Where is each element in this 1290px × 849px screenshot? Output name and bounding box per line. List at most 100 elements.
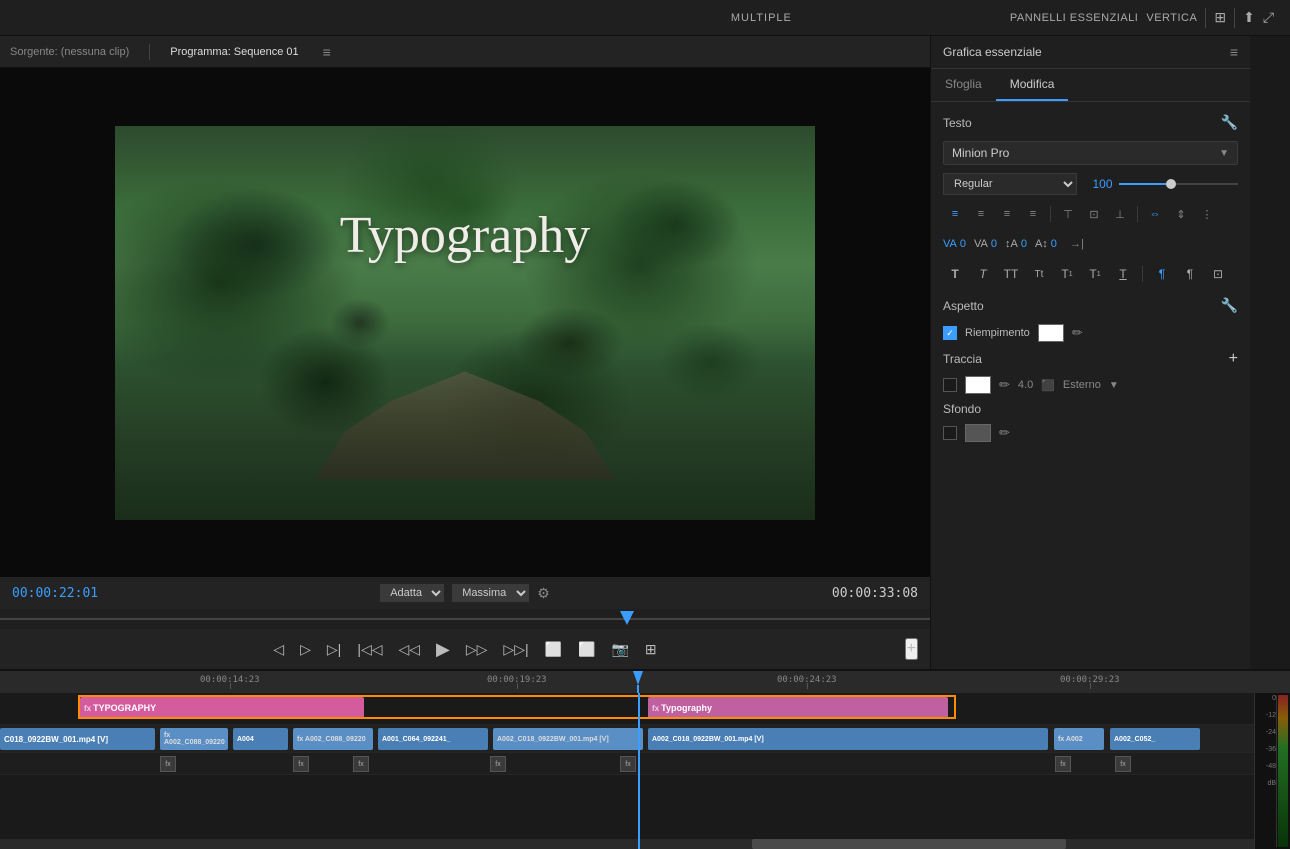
font-selector[interactable]: Minion Pro ▼ xyxy=(943,141,1238,165)
bg-eyedropper-btn[interactable]: ✏ xyxy=(999,425,1010,441)
vu-bar-left xyxy=(1278,695,1288,847)
video-clip-4[interactable]: fx A002_C088_09220 xyxy=(293,728,373,750)
fill-eyedropper-btn[interactable]: ✏ xyxy=(1072,325,1083,341)
list-bullet-btn[interactable]: ¶ xyxy=(1150,263,1174,285)
tab-stops-btn[interactable]: →| xyxy=(1065,233,1089,255)
track-row-fx: fx fx fx fx fx fx fx xyxy=(0,753,1290,775)
superscript-btn[interactable]: T1 xyxy=(1055,263,1079,285)
stroke-size: 4.0 xyxy=(1018,379,1033,391)
distribute-h-btn[interactable]: ⇔ xyxy=(1143,203,1167,225)
font-style-row: Regular 100 xyxy=(943,173,1238,195)
video-clip-8[interactable]: fx A002 xyxy=(1054,728,1104,750)
align-middle-btn[interactable]: ⊡ xyxy=(1082,203,1106,225)
multi-cam-btn[interactable]: ⊞ xyxy=(641,637,661,662)
bg-checkbox[interactable] xyxy=(943,426,957,440)
play-btn[interactable]: ▶ xyxy=(432,635,454,664)
bg-color-swatch[interactable] xyxy=(965,424,991,442)
timeline-playhead-line xyxy=(637,685,639,693)
text-metrics-row: VA 0 VA 0 ↕A 0 A↕ 0 →| xyxy=(943,233,1238,255)
align-center-btn[interactable]: ≡ xyxy=(969,203,993,225)
align-justify-btn[interactable]: ≡ xyxy=(1021,203,1045,225)
aspetto-tool-icon[interactable]: 🔧 xyxy=(1221,297,1238,314)
timeline-tracks: fx TYPOGRAPHY fx Typography C018_0922BW_… xyxy=(0,693,1290,849)
list-number-btn[interactable]: ¶ xyxy=(1178,263,1202,285)
align-top-btn[interactable]: ⊤ xyxy=(1056,203,1080,225)
testo-label: Testo xyxy=(943,116,972,130)
tab-sfoglia[interactable]: Sfoglia xyxy=(931,69,996,101)
add-stroke-btn[interactable]: + xyxy=(1229,350,1238,368)
clip-typography-2[interactable]: fx Typography xyxy=(648,697,948,719)
quality-dropdown[interactable]: Massima xyxy=(452,584,529,602)
mark-in-btn[interactable]: ◁ xyxy=(269,637,288,662)
right-panel-header: Grafica essenziale ≡ xyxy=(931,36,1250,69)
testo-tool-icon[interactable]: 🔧 xyxy=(1221,114,1238,131)
underline-btn[interactable]: T xyxy=(1111,263,1135,285)
align-bottom-btn[interactable]: ⊥ xyxy=(1108,203,1132,225)
video-clip-5[interactable]: A001_C064_092241_ xyxy=(378,728,488,750)
program-tab-menu-icon[interactable]: ≡ xyxy=(323,44,331,60)
font-size-value: 100 xyxy=(1083,177,1113,191)
special-char-btn[interactable]: ⊡ xyxy=(1206,263,1230,285)
tab-modifica[interactable]: Modifica xyxy=(996,69,1069,101)
vu-labels: 0 -12 -24 -36 -48 dB xyxy=(1266,695,1276,787)
stroke-checkbox[interactable] xyxy=(943,378,957,392)
timeline-scrollbar[interactable] xyxy=(0,839,1254,849)
italic-btn[interactable]: T xyxy=(971,263,995,285)
panels-label: PANNELLI ESSENZIALI xyxy=(1010,12,1139,24)
mark-out-btn[interactable]: ▷ xyxy=(296,637,315,662)
step-forward-btn[interactable]: ▷▷ xyxy=(462,637,492,662)
add-edit-btn[interactable]: ▷| xyxy=(323,637,345,662)
scrubber-track[interactable] xyxy=(0,618,930,620)
export-icon[interactable]: ⬆ xyxy=(1243,9,1255,26)
timeline-scrollbar-thumb[interactable] xyxy=(752,839,1066,849)
text-style-row: T T TT Tt T1 T1 T ¶ ¶ ⊡ xyxy=(943,263,1238,285)
subscript-btn[interactable]: T1 xyxy=(1083,263,1107,285)
baseline-item: A↕ 0 xyxy=(1035,238,1057,250)
video-clip-9[interactable]: A002_C052_ xyxy=(1110,728,1200,750)
timeline-ruler[interactable]: 00:00:14:23 00:00:19:23 00:00:24:23 00:0… xyxy=(0,671,1290,693)
scrubber-area[interactable] xyxy=(0,609,930,629)
allcaps-btn[interactable]: TT xyxy=(999,263,1023,285)
fit-dropdown[interactable]: Adatta xyxy=(380,584,444,602)
stroke-color-swatch[interactable] xyxy=(965,376,991,394)
video-clip-1[interactable]: C018_0922BW_001.mp4 [V] xyxy=(0,728,155,750)
video-clip-2[interactable]: fx A002_C088_09220 xyxy=(160,728,228,750)
stroke-eyedropper-btn[interactable]: ✏ xyxy=(999,377,1010,393)
right-panel-title: Grafica essenziale xyxy=(943,45,1042,59)
video-clip-3-label: A004 xyxy=(237,736,254,743)
fx-badge-7: fx xyxy=(1115,756,1131,772)
extract-btn[interactable]: ⬜ xyxy=(574,637,599,662)
right-panel-menu-icon[interactable]: ≡ xyxy=(1230,44,1238,60)
video-clip-8-label: fx A002 xyxy=(1058,736,1083,743)
playback-bar: 00:00:22:01 Adatta Massima ⚙ 00:00:33:08 xyxy=(0,577,930,609)
distribute-v-btn[interactable]: ⇕ xyxy=(1169,203,1193,225)
fill-checkbox[interactable] xyxy=(943,326,957,340)
smallcaps-btn[interactable]: Tt xyxy=(1027,263,1051,285)
more-options-btn[interactable]: ⋮ xyxy=(1195,203,1219,225)
video-clip-3[interactable]: A004 xyxy=(233,728,288,750)
font-style-dropdown[interactable]: Regular xyxy=(943,173,1077,195)
kerning-icon: VA xyxy=(943,238,957,250)
add-controls-btn[interactable]: + xyxy=(905,638,918,660)
bold-btn[interactable]: T xyxy=(943,263,967,285)
video-clip-6[interactable]: A002_C018_0922BW_001.mp4 [V] xyxy=(493,728,643,750)
tracking-icon: VA xyxy=(974,238,988,250)
settings-icon[interactable]: ⚙ xyxy=(537,585,550,602)
align-right-btn[interactable]: ≡ xyxy=(995,203,1019,225)
go-end-btn[interactable]: ▷▷| xyxy=(499,637,532,662)
export-frame-btn[interactable]: 📷 xyxy=(607,637,632,662)
clip-typography-1[interactable]: fx TYPOGRAPHY xyxy=(80,697,364,719)
video-clip-7[interactable]: A002_C018_0922BW_001.mp4 [V] xyxy=(648,728,1048,750)
video-clip-6-label: A002_C018_0922BW_001.mp4 [V] xyxy=(497,736,609,743)
lift-btn[interactable]: ⬜ xyxy=(541,637,566,662)
align-left-btn[interactable]: ≡ xyxy=(943,203,967,225)
fill-color-swatch[interactable] xyxy=(1038,324,1064,342)
font-size-slider[interactable] xyxy=(1119,183,1239,185)
go-start-btn[interactable]: |◁◁ xyxy=(353,637,386,662)
program-tab[interactable]: Programma: Sequence 01 xyxy=(170,46,298,58)
fullscreen-icon[interactable]: ⤢ xyxy=(1263,9,1274,26)
bg-label: Sfondo xyxy=(943,402,1238,416)
step-back-btn[interactable]: ◁◁ xyxy=(394,637,424,662)
panel-layout-icon[interactable]: ⊞ xyxy=(1214,9,1226,26)
source-tab[interactable]: Sorgente: (nessuna clip) xyxy=(10,46,129,58)
